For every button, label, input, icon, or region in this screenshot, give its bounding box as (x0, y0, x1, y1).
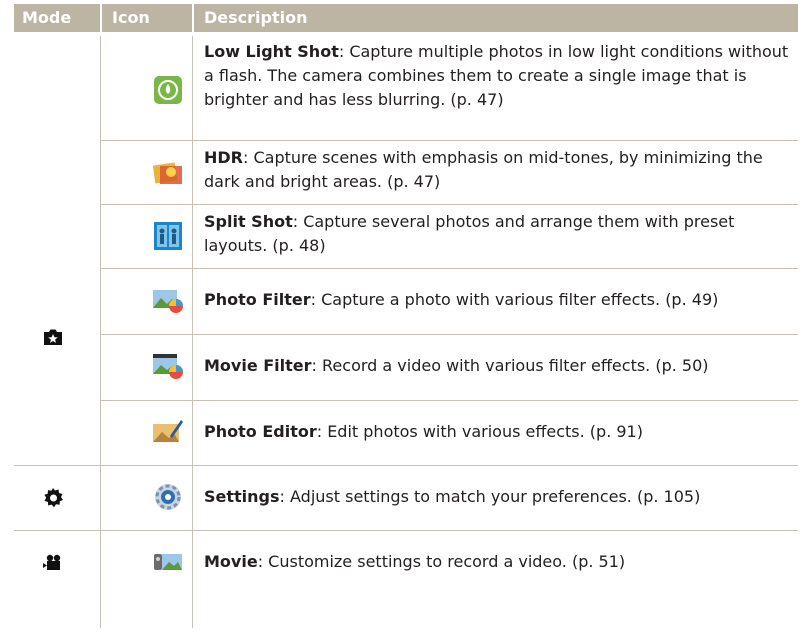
video-camera-mode-icon (41, 551, 65, 575)
row-title: Settings (204, 487, 280, 506)
row-text: : Customize settings to record a video. … (257, 552, 626, 571)
row-text: : Adjust settings to match your preferen… (279, 487, 701, 506)
table-row: Split Shot: Capture several photos and a… (14, 204, 798, 268)
camera-star-mode-icon (41, 325, 65, 349)
row-text: : Capture scenes with emphasis on mid-to… (204, 148, 763, 191)
photo-filter-icon (152, 284, 184, 316)
photo-editor-icon (152, 416, 184, 448)
split-shot-icon (152, 220, 184, 252)
row-text: : Capture a photo with various filter ef… (310, 290, 719, 309)
hdr-icon (152, 156, 184, 188)
movie-filter-icon (152, 350, 184, 382)
header-icon: Icon (112, 8, 150, 27)
row-text: : Record a video with various filter eff… (311, 356, 709, 375)
row-title: Movie Filter (204, 356, 312, 375)
settings-icon (152, 481, 184, 513)
table-row: HDR: Capture scenes with emphasis on mid… (14, 140, 798, 204)
movie-icon (152, 546, 184, 578)
row-title: Photo Editor (204, 422, 317, 441)
gear-mode-icon (41, 486, 65, 510)
table-row: Movie: Customize settings to record a vi… (14, 530, 798, 596)
table-row: Settings: Adjust settings to match your … (14, 465, 798, 530)
row-title: Split Shot (204, 212, 293, 231)
row-title: HDR (204, 148, 243, 167)
row-text: : Edit photos with various effects. (p. … (316, 422, 643, 441)
row-title: Low Light Shot (204, 42, 339, 61)
table-header: Mode Icon Description (14, 4, 798, 32)
header-mode: Mode (22, 8, 72, 27)
row-title: Photo Filter (204, 290, 311, 309)
row-title: Movie (204, 552, 258, 571)
low-light-shot-icon (152, 74, 184, 106)
table-row: Photo Editor: Edit photos with various e… (14, 400, 798, 465)
table-row: Movie Filter: Record a video with variou… (14, 334, 798, 400)
table-row: Low Light Shot: Capture multiple photos … (14, 36, 798, 140)
header-description: Description (204, 8, 308, 27)
mode-table: Mode Icon Description Low Light Shot: Ca… (14, 4, 798, 628)
table-row: Photo Filter: Capture a photo with vario… (14, 268, 798, 334)
